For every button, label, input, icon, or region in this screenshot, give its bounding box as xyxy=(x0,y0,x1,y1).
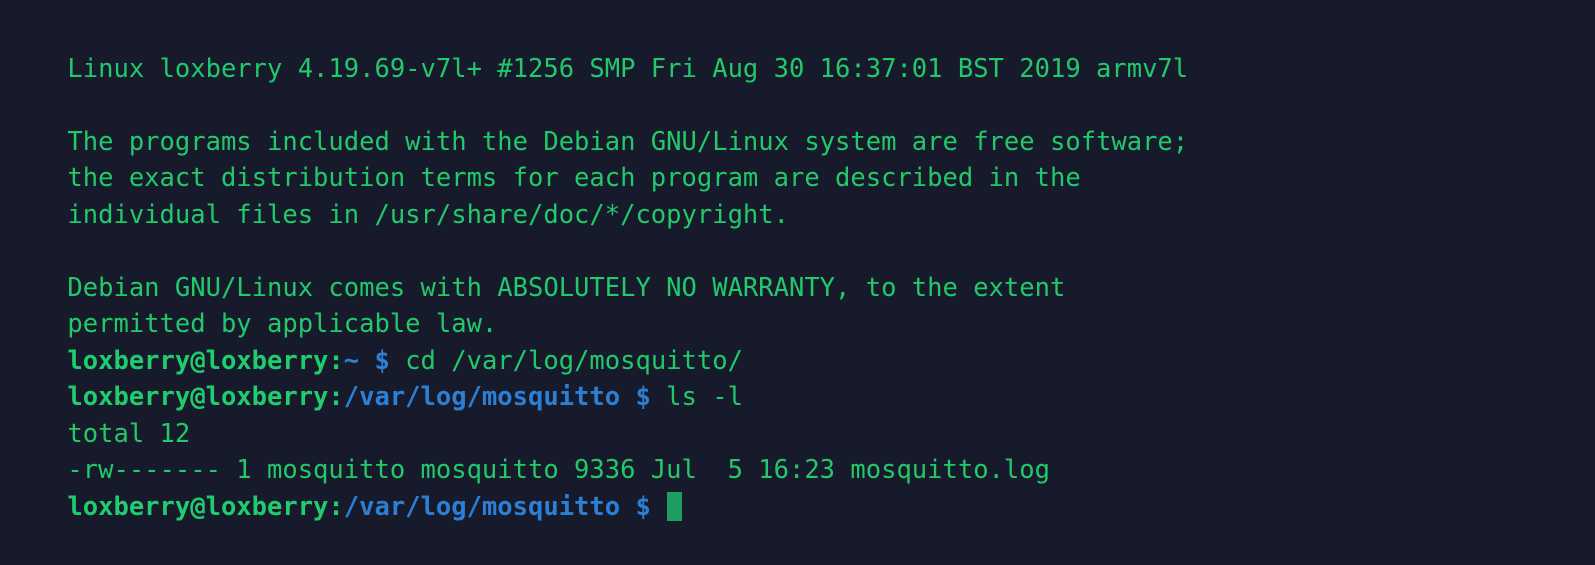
terminal-line-warranty-1: Debian GNU/Linux comes with ABSOLUTELY N… xyxy=(6,233,1595,303)
prompt-sigil: $ xyxy=(620,382,667,412)
prompt-command-cd: cd /var/log/mosquitto/ xyxy=(405,345,743,376)
motd-line-2-text: the exact distribution terms for each pr… xyxy=(67,163,1081,193)
warranty-line-1-text: Debian GNU/Linux comes with ABSOLUTELY N… xyxy=(67,272,1066,303)
terminal-window[interactable]: Linux loxberry 4.19.69-v7l+ #1256 SMP Fr… xyxy=(0,0,1595,565)
uname-text: Linux loxberry 4.19.69-v7l+ #1256 SMP Fr… xyxy=(67,53,1189,84)
terminal-line-file-listing: -rw------- 1 mosquitto mosquitto 9336 Ju… xyxy=(6,416,1595,485)
ls-file-entry-text: -rw------- 1 mosquitto mosquitto 9336 Ju… xyxy=(67,455,1050,485)
prompt-user-host: loxberry@loxberry: xyxy=(67,491,344,522)
prompt-user-host: loxberry@loxberry: xyxy=(67,345,344,376)
prompt-command-ls: ls -l xyxy=(666,382,743,412)
terminal-line-motd-1: The programs included with the Debian GN… xyxy=(6,87,1595,157)
terminal-line-uname: Linux loxberry 4.19.69-v7l+ #1256 SMP Fr… xyxy=(6,14,1595,84)
text-cursor xyxy=(667,491,683,521)
prompt-sigil: $ xyxy=(620,491,667,522)
prompt-path: /var/log/mosquitto xyxy=(343,491,621,522)
ls-total-text: total 12 xyxy=(67,418,191,449)
prompt-path: /var/log/mosquitto xyxy=(343,382,621,412)
prompt-path: ~ xyxy=(343,345,360,376)
motd-line-1-text: The programs included with the Debian GN… xyxy=(67,126,1189,157)
prompt-user-host: loxberry@loxberry: xyxy=(67,382,344,412)
warranty-line-2-text: permitted by applicable law. xyxy=(67,309,498,339)
motd-line-3-text: individual files in /usr/share/doc/*/cop… xyxy=(67,199,789,230)
prompt-sigil: $ xyxy=(359,345,406,376)
